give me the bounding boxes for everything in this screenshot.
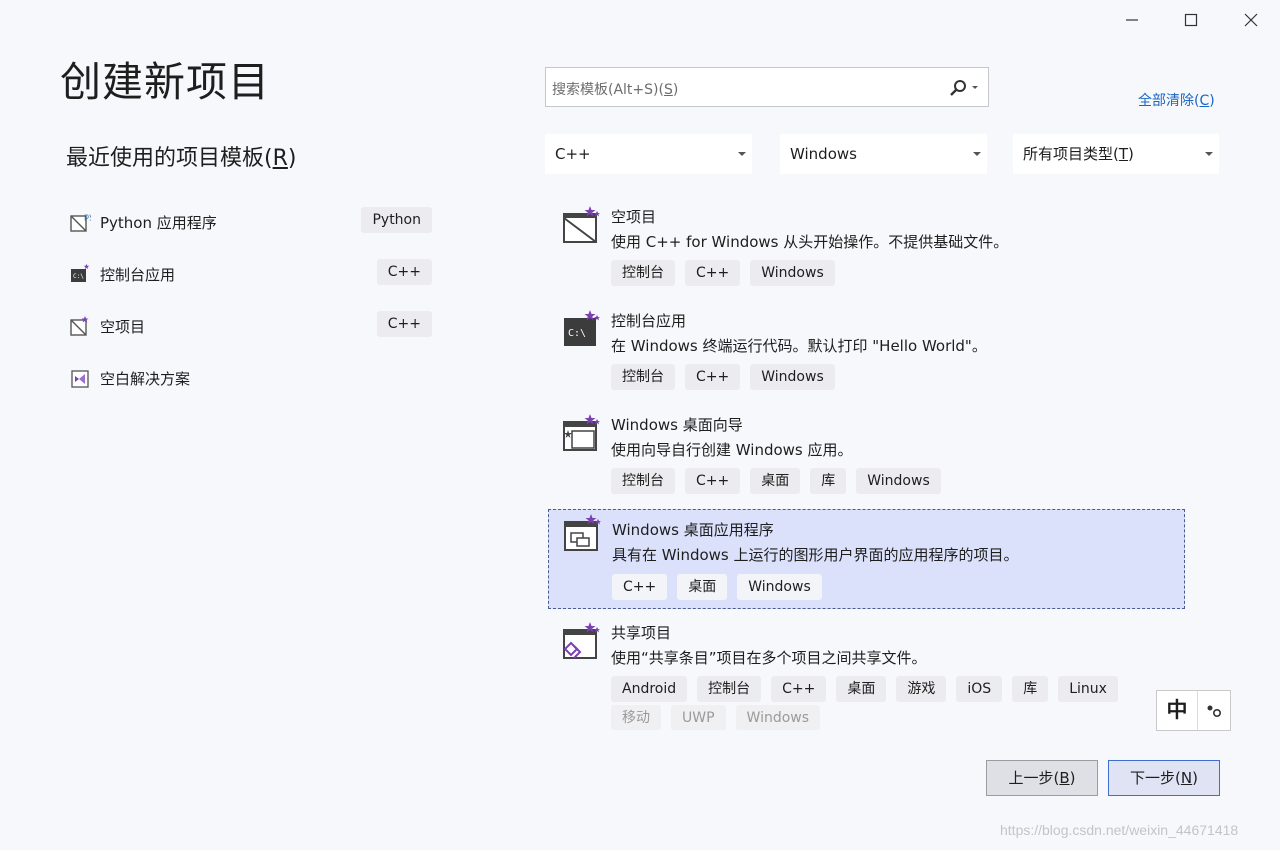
recent-item-console-app[interactable]: C:\ 控制台应用 C++	[66, 248, 436, 300]
project-type-filter-dropdown[interactable]: 所有项目类型(T)	[1013, 134, 1219, 174]
template-tag: 控制台	[697, 676, 762, 702]
template-desktop-app[interactable]: Windows 桌面应用程序 具有在 Windows 上运行的图形用户界面的应用…	[548, 509, 1185, 609]
template-tag: Linux	[1058, 676, 1118, 702]
desktop-app-icon	[564, 514, 601, 551]
maximize-icon	[1184, 13, 1198, 27]
template-tag: Windows	[737, 574, 822, 600]
template-tag: UWP	[671, 705, 726, 730]
template-shared-project[interactable]: 共享项目 使用“共享条目”项目在多个项目之间共享文件。 Android 控制台 …	[548, 617, 1185, 737]
template-tag: 游戏	[896, 676, 947, 702]
template-tag: Windows	[750, 364, 835, 390]
template-console-app[interactable]: C:\ 控制台应用 在 Windows 终端运行代码。默认打印 "Hello W…	[548, 305, 1185, 405]
search-templates-input[interactable]: 搜索模板(Alt+S)(S)	[545, 67, 989, 107]
svg-text:C:\: C:\	[73, 273, 84, 280]
template-tag: 桌面	[677, 574, 728, 600]
template-desktop-wizard[interactable]: Windows 桌面向导 使用向导自行创建 Windows 应用。 控制台 C+…	[548, 409, 1185, 509]
template-description: 具有在 Windows 上运行的图形用户界面的应用程序的项目。	[612, 546, 1019, 564]
next-button[interactable]: 下一步(N)	[1108, 760, 1220, 796]
template-description: 使用 C++ for Windows 从头开始操作。不提供基础文件。	[611, 233, 1009, 251]
svg-text:C:\: C:\	[568, 328, 586, 339]
ime-punctuation-toggle[interactable]	[1198, 691, 1230, 730]
template-name: 共享项目	[611, 624, 672, 642]
language-tag: C++	[376, 311, 432, 337]
console-app-icon: C:\	[564, 310, 600, 346]
shared-project-icon	[563, 622, 600, 659]
language-tag: Python	[361, 207, 432, 233]
chevron-down-icon	[973, 152, 981, 156]
template-tag: C++	[685, 260, 741, 286]
template-description: 使用“共享条目”项目在多个项目之间共享文件。	[611, 649, 927, 667]
clear-all-link[interactable]: 全部清除(C)	[1138, 90, 1215, 110]
recent-item-python-app[interactable]: py Python 应用程序 Python	[66, 196, 436, 248]
template-tag: 移动	[611, 705, 661, 730]
minimize-icon	[1126, 19, 1138, 21]
template-tag: Windows	[856, 468, 941, 494]
template-tag: C++	[685, 364, 741, 390]
python-app-icon: py	[70, 212, 91, 232]
watermark-text: https://blog.csdn.net/weixin_44671418	[1000, 822, 1239, 838]
chevron-down-icon	[738, 152, 746, 156]
template-tag: iOS	[956, 676, 1003, 702]
platform-filter-dropdown[interactable]: Windows	[780, 134, 987, 174]
close-button[interactable]	[1236, 6, 1266, 34]
ime-mode-toggle[interactable]: 中	[1157, 691, 1198, 730]
template-tag: Android	[611, 676, 688, 702]
template-tag: 库	[1012, 676, 1049, 702]
empty-project-icon	[70, 316, 89, 336]
template-description: 在 Windows 终端运行代码。默认打印 "Hello World"。	[611, 337, 987, 355]
template-tag: Windows	[750, 260, 835, 286]
template-description: 使用向导自行创建 Windows 应用。	[611, 441, 853, 459]
template-name: Windows 桌面向导	[611, 416, 743, 434]
template-tag: Windows	[735, 705, 821, 730]
template-name: 空项目	[611, 208, 657, 226]
ime-punctuation-icon	[1207, 705, 1222, 717]
recent-item-empty-project[interactable]: 空项目 C++	[66, 300, 436, 352]
template-tag: 控制台	[611, 364, 675, 390]
template-tag: 桌面	[836, 676, 887, 702]
template-tag: 桌面	[750, 468, 801, 494]
page-title: 创建新项目	[60, 58, 270, 106]
template-tag: 控制台	[611, 468, 675, 494]
recent-item-blank-solution[interactable]: 空白解决方案	[66, 352, 436, 404]
template-tag: 库	[810, 468, 847, 494]
search-placeholder: 搜索模板(Alt+S)(S)	[552, 82, 679, 98]
search-icon[interactable]	[946, 78, 980, 98]
recent-templates-heading: 最近使用的项目模板(R)	[66, 146, 297, 171]
svg-text:py: py	[84, 212, 91, 221]
back-button[interactable]: 上一步(B)	[986, 760, 1098, 796]
template-empty-project[interactable]: 空项目 使用 C++ for Windows 从头开始操作。不提供基础文件。 控…	[548, 201, 1185, 301]
template-name: 控制台应用	[611, 312, 687, 330]
chevron-down-icon	[1205, 152, 1213, 156]
maximize-button[interactable]	[1176, 6, 1206, 34]
console-app-icon: C:\	[71, 263, 90, 282]
template-tag: C++	[612, 574, 668, 600]
template-tag: C++	[771, 676, 827, 702]
ime-toolbar[interactable]: 中	[1156, 690, 1231, 731]
blank-solution-icon	[71, 370, 89, 388]
language-filter-dropdown[interactable]: C++	[545, 134, 752, 174]
desktop-wizard-icon	[563, 414, 600, 451]
minimize-button[interactable]	[1117, 6, 1147, 34]
template-tag: 控制台	[611, 260, 675, 286]
recent-templates-list: py Python 应用程序 Python C:\ 控制台应用 C++ 空项目 …	[66, 196, 436, 404]
language-tag: C++	[376, 259, 432, 285]
template-tag: C++	[685, 468, 741, 494]
empty-project-icon	[563, 206, 600, 243]
template-name: Windows 桌面应用程序	[612, 521, 774, 539]
close-icon	[1244, 13, 1258, 27]
